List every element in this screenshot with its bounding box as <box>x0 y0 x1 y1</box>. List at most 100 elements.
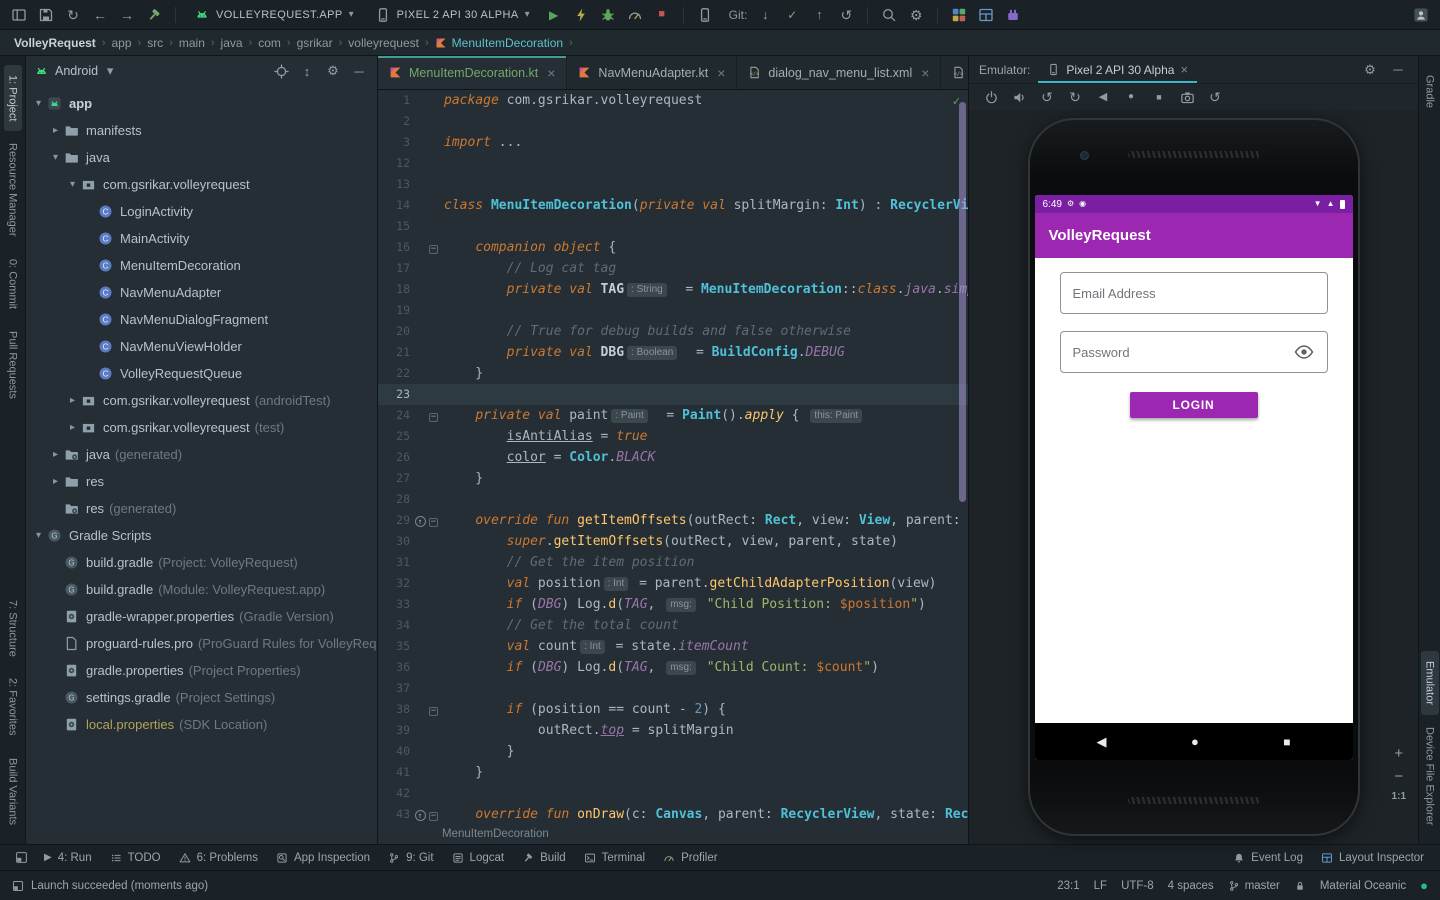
code-line[interactable]: 21 private val DBG: Boolean = BuildConfi… <box>378 342 968 363</box>
device-select[interactable]: PIXEL 2 API 30 ALPHA▾ <box>365 3 540 27</box>
snapshots-icon[interactable]: ↺ <box>1203 86 1227 108</box>
code-line[interactable]: 39 outRect.top = splitMargin <box>378 720 968 741</box>
tool-todo[interactable]: TODO <box>102 845 169 870</box>
code-line[interactable]: 43↑− override fun onDraw(c: Canvas, pare… <box>378 804 968 825</box>
code-line[interactable]: 38− if (position == count - 2) { <box>378 699 968 720</box>
code-line[interactable]: 36 if (DBG) Log.d(TAG, msg: "Child Count… <box>378 657 968 678</box>
profile-icon[interactable] <box>622 3 648 27</box>
fold-icon[interactable]: − <box>429 707 438 716</box>
code-line[interactable]: 12 <box>378 153 968 174</box>
zoom-reset-button[interactable]: 1:1 <box>1392 792 1406 802</box>
running-devices-icon[interactable] <box>946 3 972 27</box>
lock-icon[interactable] <box>1294 880 1306 892</box>
code-line[interactable]: 24− private val paint: Paint = Paint().a… <box>378 405 968 426</box>
eye-icon[interactable] <box>1293 341 1315 363</box>
code-line[interactable]: 31 // Get the item position <box>378 552 968 573</box>
code-line[interactable]: 34 // Get the total count <box>378 615 968 636</box>
code-line[interactable]: 29↑− override fun getItemOffsets(outRect… <box>378 510 968 531</box>
editor-tab[interactable]: </>dialog_nav_menu_list.xml× <box>737 56 941 89</box>
rotate-left-icon[interactable]: ↺ <box>1035 86 1059 108</box>
code-editor[interactable]: 1package com.gsrikar.volleyrequest23impo… <box>378 90 968 826</box>
file-encoding[interactable]: UTF-8 <box>1121 880 1154 892</box>
editor-tab[interactable]: NavMenuAdapter.kt× <box>567 56 737 89</box>
tree-node[interactable]: CVolleyRequestQueue <box>26 360 377 387</box>
locate-file-icon[interactable] <box>271 64 291 79</box>
tool-stripe-item[interactable]: Gradle <box>1421 65 1439 118</box>
code-line[interactable]: 15 <box>378 216 968 237</box>
power-icon[interactable] <box>979 86 1003 108</box>
build-hammer-icon[interactable] <box>141 3 167 27</box>
tool-stripe-item[interactable]: Device File Explorer <box>1421 717 1439 835</box>
close-icon[interactable]: × <box>921 65 929 81</box>
code-line[interactable]: 25 isAntiAlias = true <box>378 426 968 447</box>
breadcrumb-item[interactable]: MenuItemDecoration <box>435 36 563 50</box>
tree-node[interactable]: ▸com.gsrikar.volleyrequest(test) <box>26 414 377 441</box>
back-icon[interactable]: ← <box>87 3 113 27</box>
editor-tab[interactable]: </>nav_men <box>941 56 968 89</box>
tree-node[interactable]: Gsettings.gradle(Project Settings) <box>26 684 377 711</box>
code-line[interactable]: 26 color = Color.BLACK <box>378 447 968 468</box>
tool-stripe-item[interactable]: 1: Project <box>4 65 22 131</box>
stop-icon[interactable]: ■ <box>649 3 675 27</box>
save-all-icon[interactable] <box>33 3 59 27</box>
breadcrumb-item[interactable]: VolleyRequest <box>14 36 96 50</box>
tree-node[interactable]: CNavMenuViewHolder <box>26 333 377 360</box>
zoom-out-button[interactable]: − <box>1394 769 1403 784</box>
home-nav-icon[interactable]: ● <box>1119 86 1143 108</box>
tool-logcat[interactable]: Logcat <box>444 845 513 870</box>
emulator-settings-icon[interactable]: ⚙ <box>1360 62 1380 78</box>
git-push-icon[interactable]: ↑ <box>806 3 832 27</box>
search-everywhere-icon[interactable] <box>876 3 902 27</box>
git-update-icon[interactable]: ↓ <box>752 3 778 27</box>
tree-node[interactable]: Gbuild.gradle(Module: VolleyRequest.app) <box>26 576 377 603</box>
code-line[interactable]: 13 <box>378 174 968 195</box>
code-line[interactable]: 42 <box>378 783 968 804</box>
fold-icon[interactable]: − <box>429 518 438 527</box>
tree-node[interactable]: ▸com.gsrikar.volleyrequest(androidTest) <box>26 387 377 414</box>
code-line[interactable]: 2 <box>378 111 968 132</box>
tool-stripe-item[interactable]: 0: Commit <box>4 249 22 319</box>
emulator-tab[interactable]: Pixel 2 API 30 Alpha × <box>1038 56 1197 83</box>
sync-icon[interactable]: ↻ <box>60 3 86 27</box>
project-view-selector[interactable]: Android <box>55 64 98 78</box>
tool-stripe-item[interactable]: Resource Manager <box>4 133 22 247</box>
layout-inspector-icon[interactable] <box>973 3 999 27</box>
tree-node[interactable]: ▸java(generated) <box>26 441 377 468</box>
git-commit-icon[interactable]: ✓ <box>779 3 805 27</box>
git-rollback-icon[interactable]: ↺ <box>833 3 859 27</box>
code-line[interactable]: 1package com.gsrikar.volleyrequest <box>378 90 968 111</box>
tool-stripe-item[interactable]: 2: Favorites <box>4 668 22 745</box>
tree-node[interactable]: gradle.properties(Project Properties) <box>26 657 377 684</box>
tool-app-inspection[interactable]: App Inspection <box>268 845 378 870</box>
close-icon[interactable]: × <box>547 65 555 81</box>
tree-node[interactable]: ▸res <box>26 468 377 495</box>
back-nav-icon[interactable]: ◀ <box>1091 86 1115 108</box>
hide-emulator-icon[interactable]: ─ <box>1388 62 1408 77</box>
tree-node[interactable]: CNavMenuDialogFragment <box>26 306 377 333</box>
tool-stripe-item[interactable]: Emulator <box>1421 651 1439 715</box>
tool-stripe-item[interactable]: Build Variants <box>4 748 22 835</box>
chevron-down-icon[interactable]: ▾ <box>104 63 116 79</box>
tool-git[interactable]: 9: Git <box>380 845 441 870</box>
git-branch[interactable]: master <box>1228 880 1280 892</box>
close-icon[interactable]: × <box>1180 62 1188 77</box>
tree-node[interactable]: Gbuild.gradle(Project: VolleyRequest) <box>26 549 377 576</box>
code-line[interactable]: 16− companion object { <box>378 237 968 258</box>
tool-run[interactable]: ▶4: Run <box>36 845 100 870</box>
fold-icon[interactable]: − <box>429 812 438 821</box>
code-line[interactable]: 33 if (DBG) Log.d(TAG, msg: "Child Posit… <box>378 594 968 615</box>
override-icon[interactable]: ↑ <box>415 516 426 527</box>
code-line[interactable]: 30 super.getItemOffsets(outRect, view, p… <box>378 531 968 552</box>
code-line[interactable]: 35 val count: Int = state.itemCount <box>378 636 968 657</box>
tree-node[interactable]: gradle-wrapper.properties(Gradle Version… <box>26 603 377 630</box>
volume-icon[interactable] <box>1007 86 1031 108</box>
tree-node[interactable]: ▾GGradle Scripts <box>26 522 377 549</box>
breadcrumb-item[interactable]: src <box>147 36 163 50</box>
phone-screen[interactable]: 6:49 ⚙ ◉ ▼ ▲ VolleyRequest <box>1035 195 1353 760</box>
breadcrumb-item[interactable]: main <box>179 36 205 50</box>
tool-stripe-item[interactable]: 7: Structure <box>4 590 22 667</box>
fold-icon[interactable]: − <box>429 245 438 254</box>
code-line[interactable]: 22 } <box>378 363 968 384</box>
tree-node[interactable]: res(generated) <box>26 495 377 522</box>
apply-changes-icon[interactable] <box>568 3 594 27</box>
